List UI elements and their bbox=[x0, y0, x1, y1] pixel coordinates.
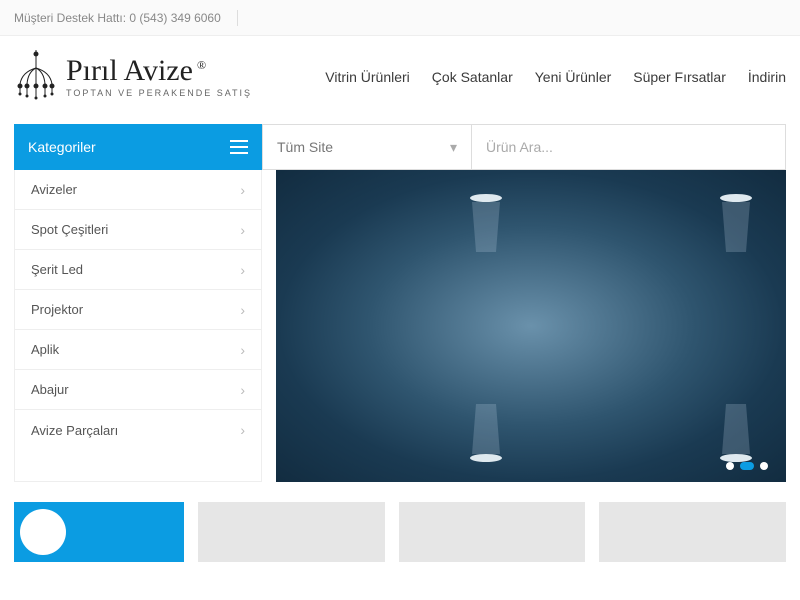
nav-super-firsatlar[interactable]: Süper Fırsatlar bbox=[633, 69, 726, 85]
categories-header[interactable]: Kategoriler bbox=[14, 124, 262, 170]
sidebar-item-projektor[interactable]: Projektor › bbox=[15, 290, 261, 330]
search-input[interactable] bbox=[486, 139, 771, 155]
sidebar-item-label: Projektor bbox=[31, 302, 83, 317]
promo-circle-icon bbox=[20, 509, 66, 555]
lamp-top-left bbox=[466, 192, 506, 262]
nav-indirim[interactable]: İndirin bbox=[748, 69, 786, 85]
sidebar-item-label: Şerit Led bbox=[31, 262, 83, 277]
logo-tagline: TOPTAN VE PERAKENDE SATIŞ bbox=[66, 88, 252, 98]
hero-carousel[interactable] bbox=[276, 170, 786, 482]
logo[interactable]: Pırıl Avize® TOPTAN VE PERAKENDE SATIŞ bbox=[14, 50, 252, 104]
carousel-dot-3[interactable] bbox=[760, 462, 768, 470]
promo-card-blue[interactable] bbox=[14, 502, 184, 562]
header: Pırıl Avize® TOPTAN VE PERAKENDE SATIŞ V… bbox=[0, 36, 800, 118]
chevron-right-icon: › bbox=[240, 342, 245, 358]
sidebar-item-label: Aplik bbox=[31, 342, 59, 357]
chevron-right-icon: › bbox=[240, 182, 245, 198]
promo-card-2[interactable] bbox=[399, 502, 586, 562]
sidebar-item-abajur[interactable]: Abajur › bbox=[15, 370, 261, 410]
menu-icon bbox=[230, 140, 248, 154]
sidebar-item-label: Abajur bbox=[31, 382, 69, 397]
promo-card-3[interactable] bbox=[599, 502, 786, 562]
promo-row bbox=[14, 502, 786, 562]
search-scope-select[interactable]: Tüm Site ▾ bbox=[262, 124, 472, 170]
sidebar-item-label: Avizeler bbox=[31, 182, 77, 197]
logo-script: Pırıl Avize® bbox=[66, 56, 252, 86]
carousel-dots bbox=[726, 462, 768, 470]
chevron-right-icon: › bbox=[240, 422, 245, 438]
lamp-bottom-right bbox=[716, 394, 756, 464]
sidebar-item-label: Spot Çeşitleri bbox=[31, 222, 108, 237]
search-row: Kategoriler Tüm Site ▾ bbox=[14, 124, 786, 170]
sidebar-item-avizeler[interactable]: Avizeler › bbox=[15, 170, 261, 210]
chevron-right-icon: › bbox=[240, 302, 245, 318]
sidebar-item-serit-led[interactable]: Şerit Led › bbox=[15, 250, 261, 290]
nav-yeni-urunler[interactable]: Yeni Ürünler bbox=[535, 69, 612, 85]
promo-card-1[interactable] bbox=[198, 502, 385, 562]
content: Avizeler › Spot Çeşitleri › Şerit Led › … bbox=[14, 170, 786, 482]
chandelier-icon bbox=[14, 50, 58, 104]
sidebar-item-spot[interactable]: Spot Çeşitleri › bbox=[15, 210, 261, 250]
select-value: Tüm Site bbox=[277, 139, 333, 155]
logo-text: Pırıl Avize® TOPTAN VE PERAKENDE SATIŞ bbox=[66, 56, 252, 98]
nav-cok-satanlar[interactable]: Çok Satanlar bbox=[432, 69, 513, 85]
categories-title: Kategoriler bbox=[28, 139, 96, 155]
sidebar: Avizeler › Spot Çeşitleri › Şerit Led › … bbox=[14, 170, 262, 482]
lamp-top-right bbox=[716, 192, 756, 262]
nav-vitrin[interactable]: Vitrin Ürünleri bbox=[325, 69, 410, 85]
support-text: Müşteri Destek Hattı: 0 (543) 349 6060 bbox=[14, 11, 221, 25]
carousel-dot-2[interactable] bbox=[740, 462, 754, 470]
chevron-right-icon: › bbox=[240, 262, 245, 278]
chevron-right-icon: › bbox=[240, 222, 245, 238]
sidebar-item-parcalar[interactable]: Avize Parçaları › bbox=[15, 410, 261, 450]
topbar-divider bbox=[237, 10, 238, 26]
caret-down-icon: ▾ bbox=[450, 139, 457, 156]
sidebar-item-aplik[interactable]: Aplik › bbox=[15, 330, 261, 370]
lamp-bottom-left bbox=[466, 394, 506, 464]
carousel-dot-1[interactable] bbox=[726, 462, 734, 470]
search-input-wrap bbox=[472, 124, 786, 170]
topbar: Müşteri Destek Hattı: 0 (543) 349 6060 bbox=[0, 0, 800, 36]
main-nav: Vitrin Ürünleri Çok Satanlar Yeni Ürünle… bbox=[325, 69, 786, 85]
chevron-right-icon: › bbox=[240, 382, 245, 398]
sidebar-item-label: Avize Parçaları bbox=[31, 423, 118, 438]
